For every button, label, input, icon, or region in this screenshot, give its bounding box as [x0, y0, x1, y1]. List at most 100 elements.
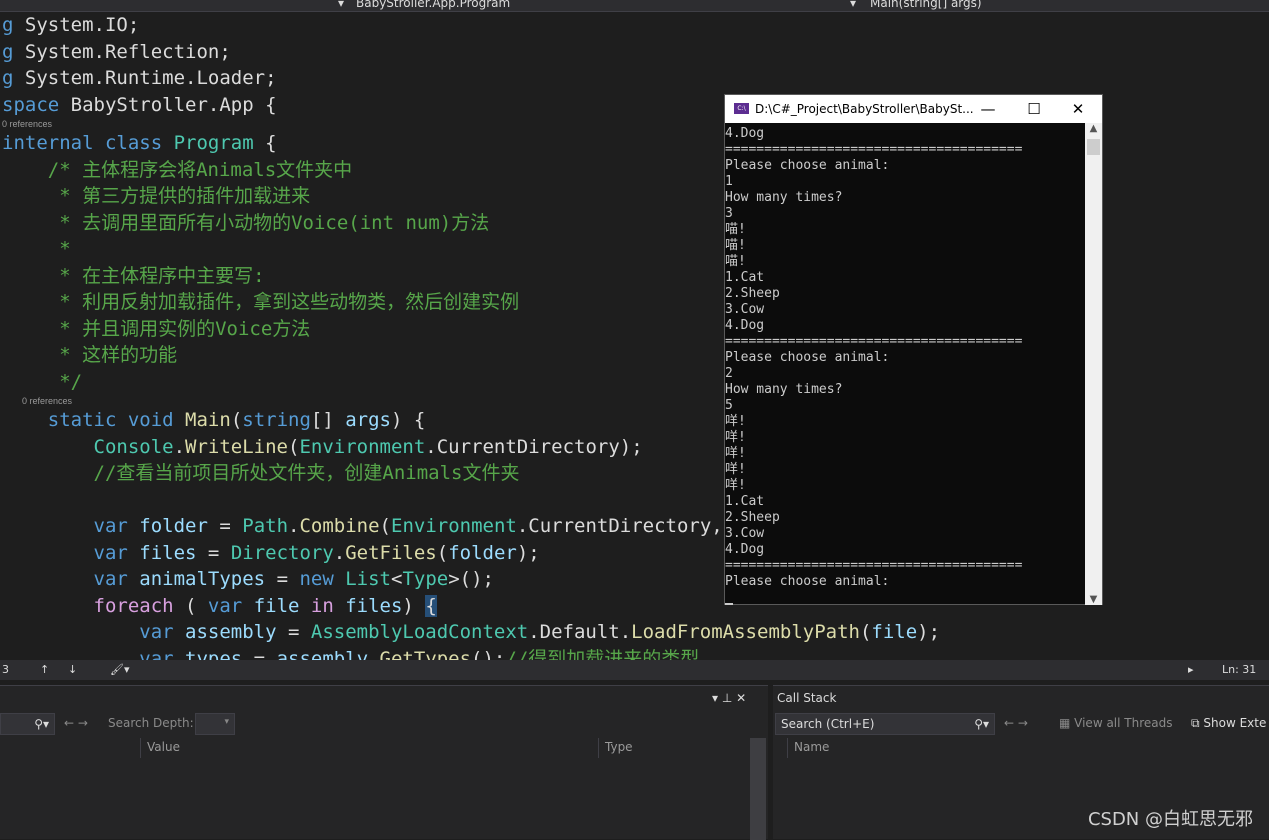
- code-token: Combine: [299, 515, 380, 537]
- console-window[interactable]: C:\ D:\C#_Project\BabyStroller\BabySt...…: [724, 94, 1103, 605]
- column-type[interactable]: Type: [598, 738, 748, 758]
- console-line: 喵!: [725, 254, 746, 269]
- chevron-down-icon[interactable]: ▾: [850, 0, 856, 10]
- console-scrollbar[interactable]: ▲ ▼: [1085, 123, 1102, 605]
- code-token: * 并且调用实例的Voice方法: [2, 317, 311, 340]
- code-line: g System.Reflection;: [0, 39, 1269, 66]
- code-token: foreach: [2, 594, 174, 617]
- console-line: Please choose animal:: [725, 574, 890, 589]
- code-token: void: [127, 409, 186, 431]
- show-external-label: Show Exte: [1203, 716, 1267, 730]
- code-token: {: [253, 132, 277, 154]
- code-token: >();: [448, 568, 494, 590]
- console-output[interactable]: 4.Dog ===================================…: [725, 123, 1085, 605]
- code-token: var: [2, 541, 140, 564]
- console-line: Please choose animal:: [725, 350, 890, 365]
- code-token: g: [2, 40, 25, 63]
- console-line: ======================================: [725, 142, 1023, 157]
- code-token: var: [2, 621, 186, 643]
- code-token: assembly: [185, 621, 277, 643]
- code-token: in: [299, 594, 346, 617]
- code-token: []: [310, 409, 346, 431]
- navigation-bar: ▾ BabyStroller.App.Program ▾ Main(string…: [0, 0, 1269, 12]
- view-all-threads-label: View all Threads: [1074, 716, 1173, 730]
- console-line: 咩!: [725, 478, 746, 493]
- chevron-down-icon[interactable]: ▾: [338, 0, 344, 10]
- code-token: file: [871, 621, 918, 643]
- scroll-thumb[interactable]: [1087, 139, 1100, 155]
- line-number: Ln: 31: [1222, 663, 1257, 676]
- scroll-right-icon[interactable]: ▸: [1188, 663, 1194, 676]
- console-line: 3.Cow: [725, 526, 765, 541]
- code-token: * 在主体程序中主要写:: [2, 264, 265, 287]
- code-token: ) {: [391, 409, 426, 431]
- code-token: string: [242, 409, 311, 431]
- code-token: types: [185, 647, 243, 661]
- scroll-up-icon[interactable]: ▲: [1085, 123, 1102, 139]
- code-token: List: [345, 568, 391, 590]
- console-line: How many times?: [725, 382, 843, 397]
- code-token: );: [917, 621, 941, 643]
- code-token: );: [516, 541, 540, 564]
- class-dropdown[interactable]: BabyStroller.App.Program: [356, 0, 510, 10]
- search-depth-label: Search Depth:: [108, 716, 194, 730]
- console-title: D:\C#_Project\BabyStroller\BabySt...: [755, 102, 974, 116]
- code-token: *: [2, 238, 71, 260]
- console-line: 咩!: [725, 462, 746, 477]
- console-line: Please choose animal:: [725, 158, 890, 173]
- search-depth-dropdown[interactable]: ▾: [195, 713, 235, 735]
- back-forward-icon[interactable]: ← →: [1004, 716, 1028, 730]
- close-icon[interactable]: ✕: [1063, 98, 1093, 120]
- code-token: var: [2, 568, 140, 590]
- code-token: System.Reflection;: [24, 40, 231, 63]
- code-token: LoadFromAssemblyPath: [631, 621, 860, 643]
- locals-search-input[interactable]: ⚲▾: [0, 713, 55, 735]
- scrollbar[interactable]: [750, 738, 766, 840]
- code-token: //得到加载进来的类型: [505, 647, 700, 661]
- panel-options-icon[interactable]: ▾ ⊥ ✕: [712, 691, 746, 705]
- console-line: 喵!: [725, 238, 746, 253]
- code-token: Environment: [391, 515, 517, 537]
- view-all-threads-button[interactable]: ▦ View all Threads: [1059, 716, 1173, 730]
- watermark: CSDN @白虹思无邪: [1087, 809, 1253, 830]
- code-token: WriteLine: [185, 435, 288, 458]
- console-line: 3: [725, 206, 733, 221]
- code-token: g: [2, 14, 25, 36]
- maximize-icon[interactable]: ☐: [1019, 98, 1049, 120]
- column-value[interactable]: Value: [140, 738, 598, 758]
- code-token: class: [104, 132, 174, 154]
- code-token: (: [379, 515, 391, 537]
- console-line: 5: [725, 398, 733, 413]
- code-token: internal: [2, 132, 105, 154]
- code-token: .Default.: [528, 621, 632, 643]
- minimize-icon[interactable]: —: [973, 98, 1003, 120]
- console-line: ======================================: [725, 334, 1023, 349]
- back-forward-icon[interactable]: ← →: [64, 716, 88, 730]
- call-stack-search-input[interactable]: Search (Ctrl+E) ⚲▾: [775, 713, 995, 735]
- code-token: //查看当前项目所处文件夹，创建Animals文件夹: [2, 462, 520, 484]
- previous-issue-arrow-icon[interactable]: ↑: [40, 663, 49, 676]
- editor-status-bar: 3 ↑ ↓ 🖌▾ ▸ Ln: 31: [0, 660, 1269, 680]
- console-line: How many times?: [725, 190, 843, 205]
- console-line: 1.Cat: [725, 494, 765, 509]
- next-issue-arrow-icon[interactable]: ↓: [68, 663, 77, 676]
- code-token: files: [139, 541, 197, 564]
- code-token: * 这样的功能: [2, 344, 178, 366]
- brush-icon[interactable]: 🖌▾: [110, 663, 130, 676]
- code-token: =: [242, 647, 277, 661]
- column-name[interactable]: Name: [787, 738, 1269, 758]
- member-dropdown[interactable]: Main(string[] args): [870, 0, 982, 10]
- code-token: */: [2, 370, 83, 393]
- console-app-icon: C:\: [734, 103, 749, 114]
- scroll-down-icon[interactable]: ▼: [1085, 594, 1102, 605]
- zoom-level[interactable]: 3: [2, 663, 9, 676]
- code-token: BabyStroller.App {: [70, 93, 277, 116]
- code-token: <: [390, 568, 403, 590]
- code-token: Path: [242, 515, 289, 537]
- show-external-button[interactable]: ⧉ Show Exte: [1191, 716, 1266, 731]
- code-token: GetFiles: [345, 541, 437, 564]
- console-title-bar[interactable]: C:\ D:\C#_Project\BabyStroller\BabySt...…: [725, 95, 1102, 123]
- code-token: folder: [448, 541, 517, 564]
- code-token: System.IO;: [24, 14, 140, 36]
- code-token: ();: [471, 647, 506, 661]
